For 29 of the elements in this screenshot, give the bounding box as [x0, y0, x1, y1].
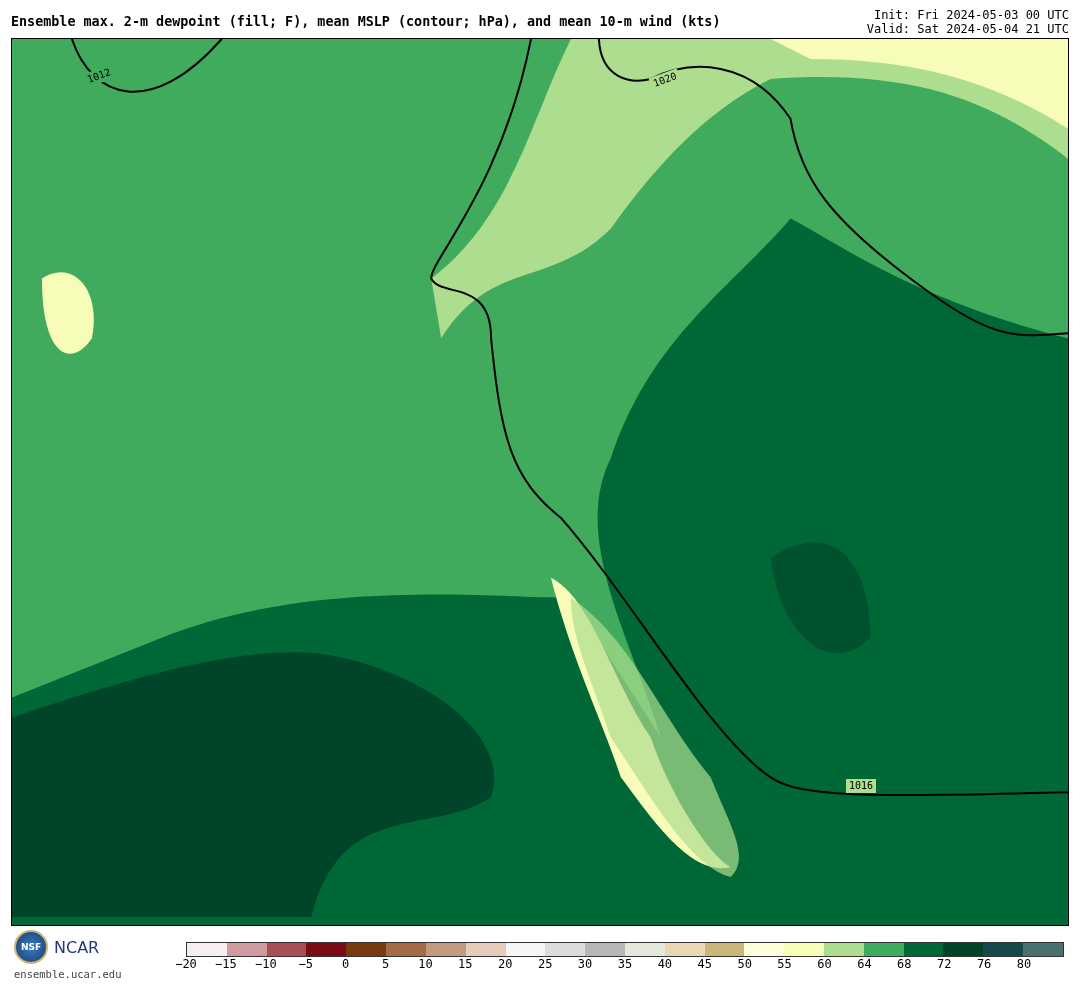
tick-label: 35	[616, 957, 634, 971]
tick-label: 25	[536, 957, 554, 971]
tick-label: 20	[497, 957, 514, 971]
tick-label: 55	[776, 957, 793, 971]
tick-label: 50	[736, 957, 753, 971]
contour-label: 1016	[846, 779, 877, 793]
tick-label: 30	[576, 957, 594, 971]
nsf-logo: NSF	[14, 930, 48, 964]
chart-title: Ensemble max. 2-m dewpoint (fill; F), mean MSLP (contour; hPa), and mean 10-m wind (kts)	[11, 14, 721, 29]
tick-label: 10	[417, 957, 434, 971]
tick-label: 80	[1015, 957, 1033, 971]
tick-label: 72	[936, 957, 953, 971]
tick-label: 0	[341, 957, 351, 971]
tick-label: 15	[457, 957, 474, 971]
tick-label: 45	[696, 957, 713, 971]
tick-label: 76	[975, 957, 993, 971]
tick-label: −15	[214, 957, 238, 971]
tick-label: 5	[380, 957, 391, 971]
site-url: ensemble.ucar.edu	[14, 968, 123, 980]
tick-label: 68	[896, 957, 913, 971]
tick-label: 64	[856, 957, 873, 971]
tick-label: 60	[816, 957, 833, 971]
tick-label: −10	[253, 957, 278, 971]
tick-label: −20	[174, 957, 198, 971]
init-time: Init: Fri 2024-05-03 00 UTC	[873, 8, 1069, 22]
tick-label: 40	[656, 957, 674, 971]
tick-label: −5	[297, 957, 314, 971]
ncar-logo: NCAR	[54, 937, 100, 957]
valid-time: Valid: Sat 2024-05-04 21 UTC	[866, 22, 1069, 36]
